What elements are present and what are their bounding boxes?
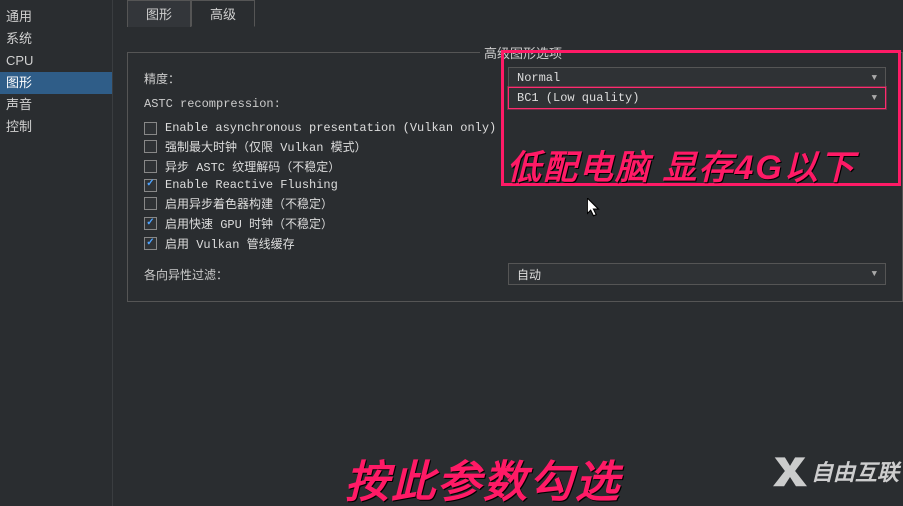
checkbox[interactable] <box>144 140 157 153</box>
sidebar-item-label: 控制 <box>6 119 32 134</box>
precision-combo[interactable]: Normal ▼ <box>508 67 886 89</box>
check-async-presentation[interactable]: Enable asynchronous presentation (Vulkan… <box>144 121 886 135</box>
tab-label: 高级 <box>210 7 236 22</box>
astc-recompression-combo[interactable]: BC1 (Low quality) ▼ <box>508 87 886 109</box>
sidebar: 通用 系统 CPU 图形 声音 控制 <box>0 0 112 506</box>
sidebar-item-system[interactable]: 系统 <box>0 28 112 50</box>
precision-value: Normal <box>517 71 560 85</box>
annotation-follow-params-text: 按此参数勾选 <box>345 446 621 506</box>
astc-value: BC1 (Low quality) <box>517 91 639 105</box>
sidebar-item-label: CPU <box>6 53 33 68</box>
chevron-down-icon: ▼ <box>872 73 877 83</box>
watermark: 自由互联 <box>773 454 899 488</box>
tab-label: 图形 <box>146 7 172 22</box>
chevron-down-icon: ▼ <box>872 269 877 279</box>
check-label: 强制最大时钟（仅限 Vulkan 模式） <box>165 138 367 155</box>
check-vulkan-pipeline-cache[interactable]: 启用 Vulkan 管线缓存 <box>144 235 886 252</box>
checkbox[interactable] <box>144 160 157 173</box>
check-label: 启用异步着色器构建（不稳定） <box>165 195 333 212</box>
sidebar-item-label: 图形 <box>6 75 32 90</box>
tab-graphics[interactable]: 图形 <box>127 0 191 27</box>
content: 高级图形选项 精度： Normal ▼ ASTC recompression: … <box>127 24 903 506</box>
sidebar-item-label: 声音 <box>6 97 32 112</box>
sidebar-item-label: 通用 <box>6 9 32 24</box>
sidebar-item-audio[interactable]: 声音 <box>0 94 112 116</box>
tab-advanced[interactable]: 高级 <box>191 0 255 27</box>
check-label: 启用 Vulkan 管线缓存 <box>165 235 295 252</box>
checkbox[interactable] <box>144 217 157 230</box>
chevron-down-icon: ▼ <box>872 93 877 103</box>
sidebar-item-controls[interactable]: 控制 <box>0 116 112 138</box>
checkbox[interactable] <box>144 179 157 192</box>
main-panel: 图形 高级 高级图形选项 精度： Normal ▼ ASTC recompres… <box>112 0 903 506</box>
annotation-low-spec-text: 低配电脑 显存4G以下 <box>507 140 856 189</box>
sidebar-item-general[interactable]: 通用 <box>0 6 112 28</box>
checkbox[interactable] <box>144 122 157 135</box>
tabs: 图形 高级 <box>127 0 903 27</box>
aniso-label: 各向异性过滤： <box>144 266 508 283</box>
checkbox[interactable] <box>144 237 157 250</box>
precision-label: 精度： <box>144 70 508 87</box>
sidebar-item-label: 系统 <box>6 31 32 46</box>
watermark-text: 自由互联 <box>811 455 899 487</box>
aniso-combo[interactable]: 自动 ▼ <box>508 263 886 285</box>
check-label: Enable Reactive Flushing <box>165 178 338 192</box>
watermark-x-icon <box>773 454 807 488</box>
aniso-value: 自动 <box>517 266 541 283</box>
sidebar-item-cpu[interactable]: CPU <box>0 50 112 72</box>
check-label: 启用快速 GPU 时钟（不稳定） <box>165 215 333 232</box>
sidebar-item-graphics[interactable]: 图形 <box>0 72 112 94</box>
check-label: Enable asynchronous presentation (Vulkan… <box>165 121 496 135</box>
group-title: 高级图形选项 <box>480 43 566 62</box>
check-label: 异步 ASTC 纹理解码（不稳定） <box>165 158 340 175</box>
check-async-shader-build[interactable]: 启用异步着色器构建（不稳定） <box>144 195 886 212</box>
check-fast-gpu-clock[interactable]: 启用快速 GPU 时钟（不稳定） <box>144 215 886 232</box>
checkbox[interactable] <box>144 197 157 210</box>
